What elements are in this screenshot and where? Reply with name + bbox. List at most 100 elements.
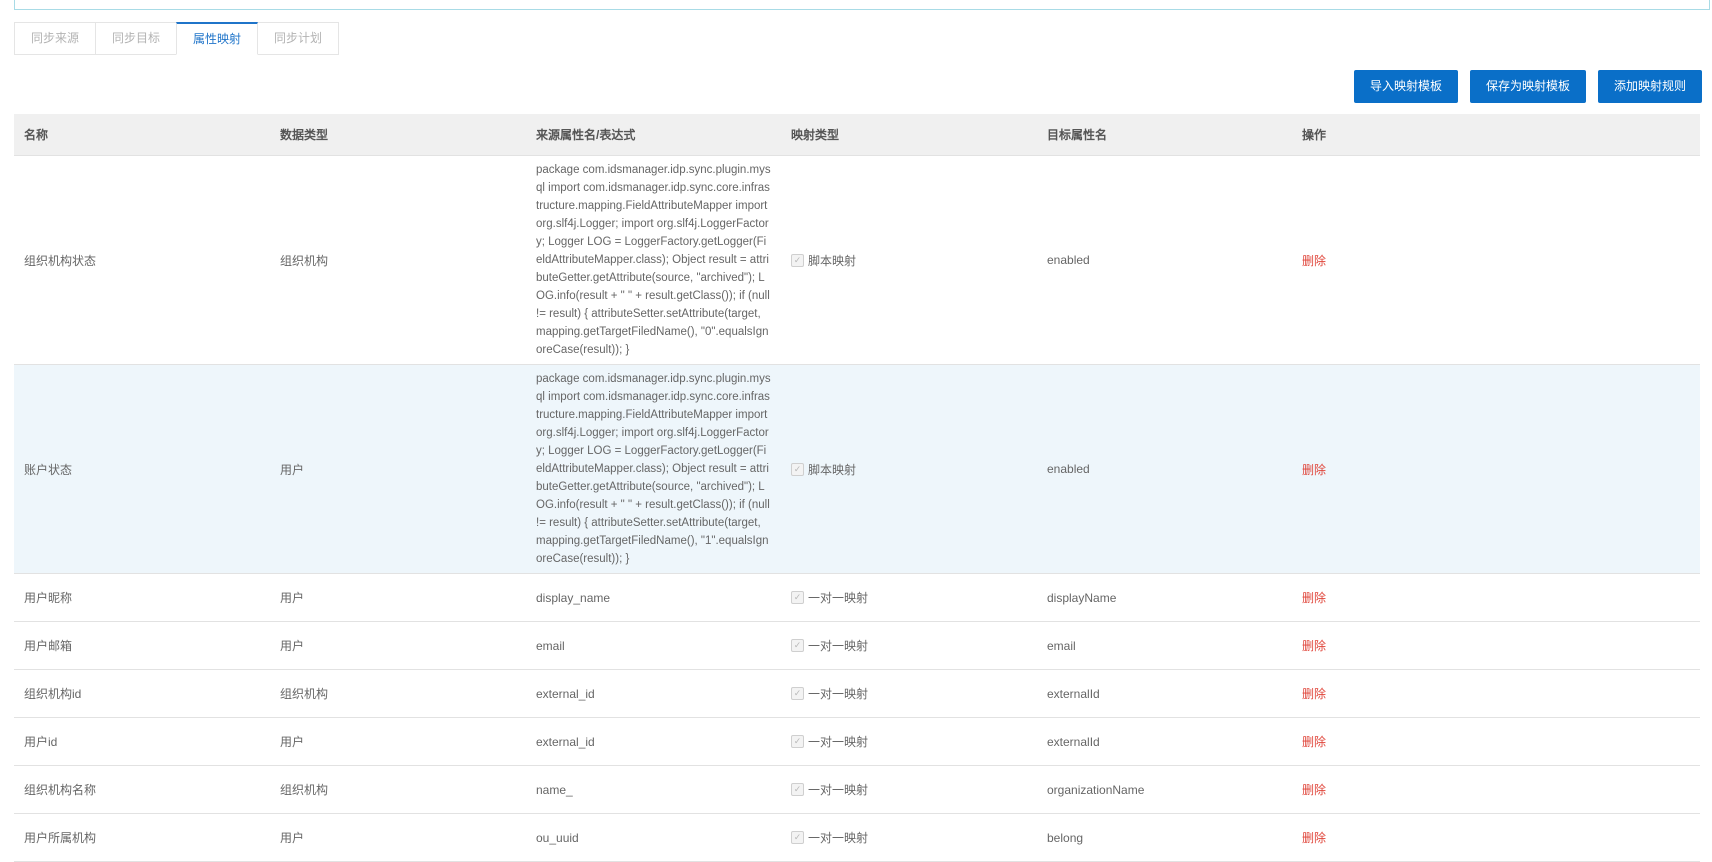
header-target: 目标属性名 xyxy=(1037,114,1292,156)
table-row: 用户id 用户 external_id ✓ 一对一映射 externalId 删除 xyxy=(14,717,1700,766)
cell-name: 用户id xyxy=(14,717,270,766)
cell-map-type: ✓ 一对一映射 xyxy=(781,573,1037,622)
cell-source: email xyxy=(526,621,781,670)
map-type-label: 脚本映射 xyxy=(808,253,857,268)
cell-name: 用户昵称 xyxy=(14,573,270,622)
map-type-label: 一对一映射 xyxy=(808,831,869,845)
table-header-row: 名称 数据类型 来源属性名/表达式 映射类型 目标属性名 操作 xyxy=(14,114,1700,156)
table-row: 组织机构状态 组织机构 package com.idsmanager.idp.s… xyxy=(14,155,1700,365)
check-icon: ✓ xyxy=(791,783,804,796)
source-script: package com.idsmanager.idp.sync.plugin.m… xyxy=(536,373,771,565)
cell-action: 删除 xyxy=(1292,813,1700,862)
cell-name: 组织机构状态 xyxy=(14,155,270,365)
cell-name: 用户所属机构 xyxy=(14,813,270,862)
check-icon: ✓ xyxy=(791,735,804,748)
cell-action: 删除 xyxy=(1292,621,1700,670)
cell-map-type: ✓ 一对一映射 xyxy=(781,813,1037,862)
cell-data-type: 组织机构 xyxy=(270,669,526,718)
cell-target: belong xyxy=(1037,813,1292,862)
header-data-type: 数据类型 xyxy=(270,114,526,156)
map-type-label: 一对一映射 xyxy=(808,735,869,749)
cell-data-type: 用户 xyxy=(270,813,526,862)
map-type-label: 一对一映射 xyxy=(808,639,869,653)
cell-action: 删除 xyxy=(1292,364,1700,574)
cell-source: ou_uuid xyxy=(526,813,781,862)
table-row: 账户状态 用户 package com.idsmanager.idp.sync.… xyxy=(14,364,1700,574)
cell-source: name_ xyxy=(526,765,781,814)
cell-data-type: 用户 xyxy=(270,364,526,574)
cell-name: 用户邮箱 xyxy=(14,621,270,670)
cell-target: externalId xyxy=(1037,669,1292,718)
tab-sync-target[interactable]: 同步目标 xyxy=(95,22,178,55)
cell-name: 组织机构id xyxy=(14,669,270,718)
delete-link[interactable]: 删除 xyxy=(1302,463,1326,477)
tab-attribute-mapping[interactable]: 属性映射 xyxy=(176,22,259,55)
check-icon: ✓ xyxy=(791,687,804,700)
add-rule-button[interactable]: 添加映射规则 xyxy=(1597,70,1702,103)
cell-action: 删除 xyxy=(1292,573,1700,622)
cell-target: enabled xyxy=(1037,364,1292,574)
cell-data-type: 用户 xyxy=(270,621,526,670)
top-banner xyxy=(14,0,1710,10)
header-action: 操作 xyxy=(1292,114,1700,156)
table-row: 用户昵称 用户 display_name ✓ 一对一映射 displayName … xyxy=(14,573,1700,622)
toolbar: 导入映射模板 保存为映射模板 添加映射规则 xyxy=(1353,70,1702,103)
cell-action: 删除 xyxy=(1292,155,1700,365)
mapping-table: 名称 数据类型 来源属性名/表达式 映射类型 目标属性名 操作 组织机构状态 组… xyxy=(14,114,1700,862)
cell-action: 删除 xyxy=(1292,669,1700,718)
check-icon: ✓ xyxy=(791,462,804,476)
check-icon: ✓ xyxy=(791,831,804,844)
cell-source: external_id xyxy=(526,669,781,718)
cell-data-type: 组织机构 xyxy=(270,765,526,814)
tab-sync-plan[interactable]: 同步计划 xyxy=(257,22,340,55)
cell-source: display_name xyxy=(526,573,781,622)
cell-data-type: 用户 xyxy=(270,573,526,622)
header-map-type: 映射类型 xyxy=(781,114,1037,156)
cell-map-type: ✓ 一对一映射 xyxy=(781,765,1037,814)
cell-target: email xyxy=(1037,621,1292,670)
cell-target: externalId xyxy=(1037,717,1292,766)
cell-action: 删除 xyxy=(1292,717,1700,766)
save-template-button[interactable]: 保存为映射模板 xyxy=(1469,70,1586,103)
tab-sync-source[interactable]: 同步来源 xyxy=(14,22,97,55)
check-icon: ✓ xyxy=(791,639,804,652)
cell-map-type: ✓ 脚本映射 xyxy=(781,155,1037,365)
cell-map-type: ✓ 一对一映射 xyxy=(781,717,1037,766)
cell-action: 删除 xyxy=(1292,765,1700,814)
map-type-label: 脚本映射 xyxy=(808,462,857,477)
check-icon: ✓ xyxy=(791,253,804,267)
table-row: 用户邮箱 用户 email ✓ 一对一映射 email 删除 xyxy=(14,621,1700,670)
delete-link[interactable]: 删除 xyxy=(1302,254,1326,268)
cell-name: 账户状态 xyxy=(14,364,270,574)
delete-link[interactable]: 删除 xyxy=(1302,687,1326,701)
check-icon: ✓ xyxy=(791,591,804,604)
delete-link[interactable]: 删除 xyxy=(1302,831,1326,845)
cell-data-type: 组织机构 xyxy=(270,155,526,365)
delete-link[interactable]: 删除 xyxy=(1302,735,1326,749)
header-name: 名称 xyxy=(14,114,270,156)
cell-map-type: ✓ 脚本映射 xyxy=(781,364,1037,574)
cell-target: displayName xyxy=(1037,573,1292,622)
cell-map-type: ✓ 一对一映射 xyxy=(781,669,1037,718)
delete-link[interactable]: 删除 xyxy=(1302,783,1326,797)
import-template-button[interactable]: 导入映射模板 xyxy=(1353,70,1458,103)
cell-target: enabled xyxy=(1037,155,1292,365)
map-type-label: 一对一映射 xyxy=(808,783,869,797)
source-script: package com.idsmanager.idp.sync.plugin.m… xyxy=(536,164,771,356)
tab-bar: 同步来源 同步目标 属性映射 同步计划 xyxy=(14,22,340,55)
table-row: 组织机构id 组织机构 external_id ✓ 一对一映射 externalI… xyxy=(14,669,1700,718)
table-row: 用户所属机构 用户 ou_uuid ✓ 一对一映射 belong 删除 xyxy=(14,813,1700,862)
cell-data-type: 用户 xyxy=(270,717,526,766)
cell-source: external_id xyxy=(526,717,781,766)
cell-source: package com.idsmanager.idp.sync.plugin.m… xyxy=(526,364,781,574)
cell-name: 组织机构名称 xyxy=(14,765,270,814)
cell-map-type: ✓ 一对一映射 xyxy=(781,621,1037,670)
table-row: 组织机构名称 组织机构 name_ ✓ 一对一映射 organizationNam… xyxy=(14,765,1700,814)
delete-link[interactable]: 删除 xyxy=(1302,591,1326,605)
header-source: 来源属性名/表达式 xyxy=(526,114,781,156)
delete-link[interactable]: 删除 xyxy=(1302,639,1326,653)
cell-source: package com.idsmanager.idp.sync.plugin.m… xyxy=(526,155,781,365)
map-type-label: 一对一映射 xyxy=(808,687,869,701)
map-type-label: 一对一映射 xyxy=(808,591,869,605)
cell-target: organizationName xyxy=(1037,765,1292,814)
